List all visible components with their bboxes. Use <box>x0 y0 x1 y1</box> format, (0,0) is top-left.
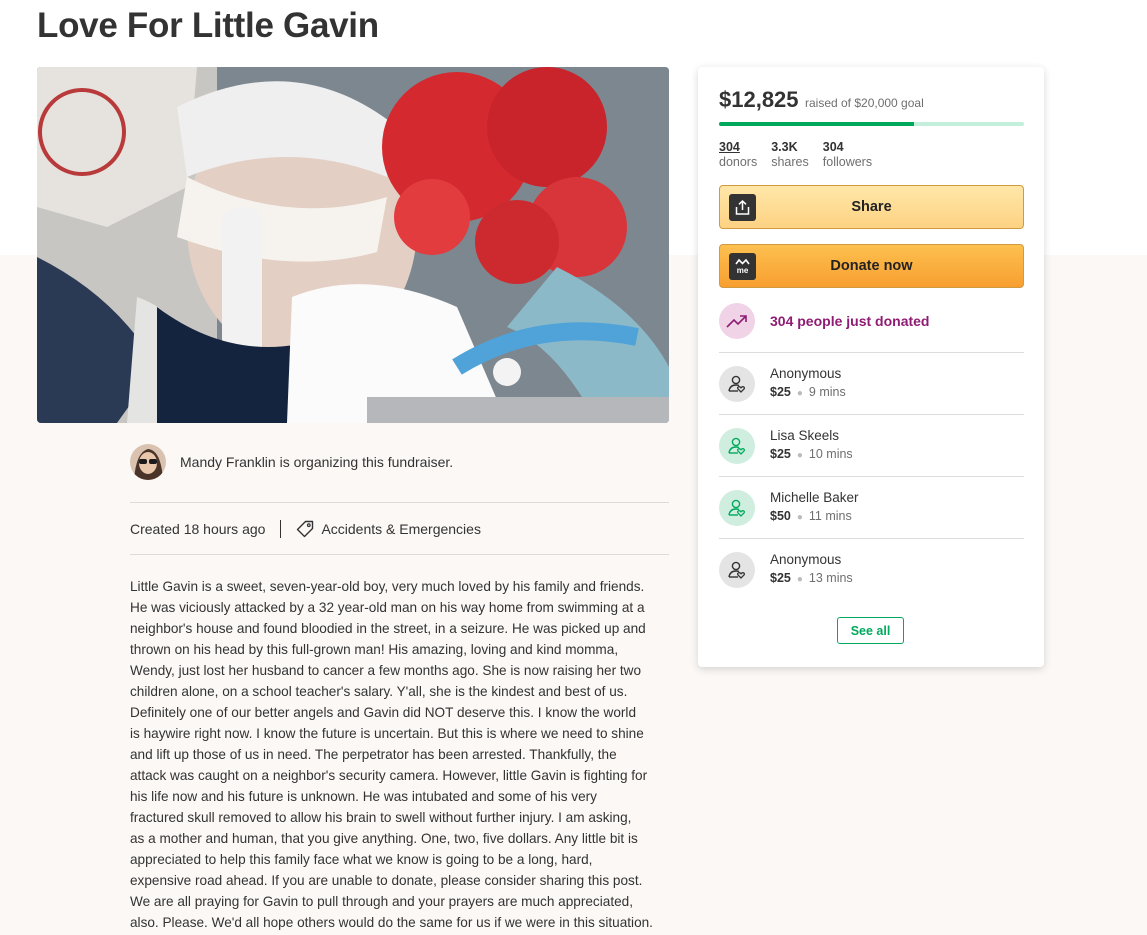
fundraiser-stats: 304 donors 3.3K shares 304 followers <box>719 140 886 170</box>
tag-icon <box>296 520 314 538</box>
page-title: Love For Little Gavin <box>37 6 379 45</box>
created-time: Created 18 hours ago <box>130 521 266 537</box>
stat-donors[interactable]: 304 donors <box>719 140 757 170</box>
organizer-avatar[interactable] <box>130 444 166 480</box>
goal-text: raised of $20,000 goal <box>804 96 924 110</box>
donation-row: Anonymous $25 ● 9 mins <box>719 352 1024 414</box>
stat-label: followers <box>822 155 873 169</box>
gofundme-logo-icon: me <box>729 253 756 280</box>
donor-heart-glyph <box>728 499 746 517</box>
donation-amount: $25 <box>770 570 791 585</box>
gofundme-logo-glyph: me <box>735 258 750 275</box>
share-button[interactable]: Share <box>719 185 1024 229</box>
fundraiser-hero-image[interactable] <box>37 67 669 423</box>
donor-heart-glyph <box>728 437 746 455</box>
share-icon <box>729 194 756 221</box>
organizer-info: Mandy Franklin is organizing this fundra… <box>130 443 669 481</box>
organizer-text: Mandy Franklin is organizing this fundra… <box>180 454 454 470</box>
donate-now-button[interactable]: me Donate now <box>719 244 1024 288</box>
stat-label: donors <box>719 155 758 169</box>
donor-heart-icon <box>719 427 755 464</box>
stat-shares: 3.3K shares <box>771 140 809 170</box>
donation-amount: $50 <box>770 508 791 523</box>
donor-heart-glyph <box>728 375 746 393</box>
stat-value: 3.3K <box>771 140 798 154</box>
stat-label: shares <box>771 155 809 169</box>
donor-heart-icon <box>719 365 755 402</box>
divider <box>130 554 669 555</box>
organizer-avatar-image <box>130 444 166 480</box>
just-donated-text: 304 people just donated <box>770 313 930 329</box>
stat-value: 304 <box>719 140 740 154</box>
donor-name: Anonymous <box>770 551 842 567</box>
donate-label: Donate now <box>830 258 913 274</box>
donation-row: Michelle Baker $50 ● 11 mins <box>719 476 1024 538</box>
recent-donations-summary: 304 people just donated <box>719 303 929 339</box>
hero-photo-illustration <box>37 67 669 423</box>
share-icon-glyph <box>735 199 750 215</box>
see-all-button[interactable]: See all <box>837 617 904 644</box>
share-label: Share <box>851 199 892 215</box>
donation-time: 10 mins <box>808 446 853 461</box>
fundraiser-story: Little Gavin is a sweet, seven-year-old … <box>130 579 653 930</box>
stat-value: 304 <box>822 140 844 154</box>
progress-fill <box>719 122 915 126</box>
donation-card: $12,825 raised of $20,000 goal 304 donor… <box>698 67 1044 667</box>
donor-name: Michelle Baker <box>770 489 859 505</box>
meta-separator <box>280 520 282 538</box>
donor-name: Lisa Skeels <box>770 427 840 443</box>
donor-heart-icon <box>719 551 755 588</box>
svg-text:me: me <box>737 266 749 275</box>
tag-icon-glyph <box>297 520 314 538</box>
donation-row: Lisa Skeels $25 ● 10 mins <box>719 414 1024 476</box>
donation-row: Anonymous $25 ● 13 mins <box>719 538 1024 600</box>
donor-heart-icon <box>719 489 755 526</box>
donor-name: Anonymous <box>770 365 842 381</box>
trending-up-icon <box>719 303 755 339</box>
raised-amount: $12,825 <box>719 87 799 112</box>
donation-time: 11 mins <box>808 508 852 523</box>
donation-amount: $25 <box>770 384 791 399</box>
donation-amount: $25 <box>770 446 791 461</box>
fundraiser-meta: Created 18 hours ago Accidents & Emergen… <box>130 518 481 540</box>
divider <box>130 502 669 503</box>
donor-heart-glyph <box>728 561 746 579</box>
donation-time: 9 mins <box>808 384 846 399</box>
donations-list: Anonymous $25 ● 9 mins Lisa Skeels $25 ● 10 … <box>719 352 1024 600</box>
amount-raised: $12,825 raised of $20,000 goal <box>719 87 924 113</box>
trending-up-glyph <box>726 315 747 328</box>
stat-followers: 304 followers <box>823 140 872 170</box>
donation-time: 13 mins <box>808 570 853 585</box>
category-link[interactable]: Accidents & Emergencies <box>321 521 481 537</box>
progress-bar <box>719 122 1024 126</box>
